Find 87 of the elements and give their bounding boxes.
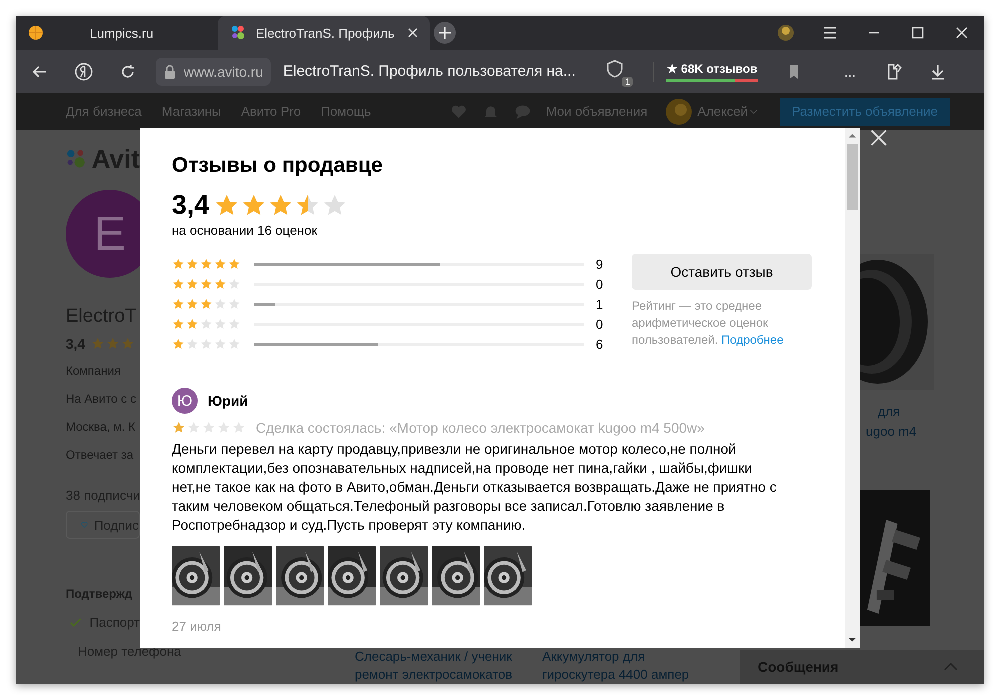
user-menu[interactable]: Алексей (698, 104, 758, 119)
browser-tab[interactable]: Lumpics.ru (16, 16, 218, 50)
star-icon (228, 278, 241, 290)
star-icon (214, 298, 227, 310)
star-icon (186, 278, 199, 290)
url-domain: www.avito.ru (184, 64, 264, 80)
scroll-down-icon[interactable] (848, 636, 857, 644)
nav-link[interactable]: Помощь (321, 104, 372, 119)
listing-title[interactable]: ugoo m4 (858, 422, 984, 442)
star-icon (121, 337, 136, 351)
star-icon (228, 338, 241, 350)
leave-review-button[interactable]: Оставить отзыв (632, 254, 812, 290)
star-icon (200, 338, 213, 350)
rating-note: Рейтинг — это среднее арифметическое оценок пользователей. Подробнее (632, 298, 785, 349)
post-ad-button[interactable]: Разместить объявление (780, 98, 950, 126)
star-icon (172, 258, 185, 270)
listing-title[interactable]: гироскутера 4400 ампер (542, 666, 690, 684)
nav-link[interactable]: Авито Pro (241, 104, 302, 119)
listing-title[interactable]: Слесарь-механик / ученик (355, 648, 513, 666)
extension-badge: 1 (622, 76, 634, 86)
shield-icon (605, 58, 626, 78)
star-icon (186, 258, 199, 270)
star-icon (202, 421, 216, 435)
review-date: 27 июля (172, 619, 222, 634)
rating-value: 3,4 (172, 190, 210, 221)
star-icon (186, 318, 199, 330)
star-icon (91, 337, 106, 351)
reviews-badge[interactable]: ★ 68K отзывов (653, 62, 758, 82)
caret-icon (750, 108, 758, 114)
star-icon (186, 338, 199, 350)
star-icon (106, 337, 120, 351)
star-icon (172, 278, 185, 290)
author-avatar: Ю (172, 388, 198, 414)
scroll-thumb[interactable] (847, 144, 858, 210)
close-icon[interactable] (870, 129, 888, 147)
listing-title[interactable]: ремонт электросамокатов (355, 666, 513, 684)
star-icon (228, 318, 241, 330)
scrollbar[interactable] (845, 128, 860, 648)
url-field[interactable]: www.avito.ru (156, 58, 272, 86)
lock-icon (164, 64, 176, 78)
star-icon (172, 338, 185, 350)
star-icon (214, 338, 227, 350)
site-icon (28, 25, 44, 41)
star-icon (172, 421, 186, 435)
star-icon (200, 298, 213, 310)
dots-icon (230, 25, 246, 41)
rating-count: 0 (596, 316, 604, 332)
star-icon (214, 318, 227, 330)
star-icon (217, 421, 231, 435)
star-icon (214, 278, 227, 290)
star-icon (214, 258, 227, 270)
extension-button[interactable]: 1 (605, 58, 632, 84)
rating-count: 6 (596, 336, 604, 352)
more-link[interactable]: Подробнее (722, 333, 784, 347)
profile-avatar-icon[interactable] (776, 23, 796, 43)
star-icon (172, 298, 185, 310)
more-button[interactable]: ... (844, 64, 856, 80)
listing-title[interactable]: Аккумулятор для (542, 648, 690, 666)
rating-count: 1 (596, 296, 604, 312)
star-icon (232, 421, 246, 435)
star-icon (186, 298, 199, 310)
nav-link[interactable]: Для бизнеса (66, 104, 142, 119)
nav-link[interactable]: Магазины (162, 104, 222, 119)
check-icon (70, 616, 82, 628)
close-icon[interactable] (408, 28, 418, 38)
star-icon (200, 258, 213, 270)
star-icon (200, 318, 213, 330)
scroll-up-icon[interactable] (848, 132, 857, 140)
star-icon (228, 258, 241, 270)
new-tab-icon[interactable] (434, 22, 456, 44)
star-icon (172, 318, 185, 330)
rating-basis: на основании 16 оценок (172, 223, 318, 238)
star-icon (200, 278, 213, 290)
my-ads-link[interactable]: Мои объявления (546, 104, 648, 119)
page-title: ElectroTranS. Профиль пользователя на... (283, 63, 576, 80)
caret-up-icon (944, 663, 958, 671)
author-name: Юрий (208, 393, 248, 409)
review-text: Деньги перевел на карту продавцу,привезли не оригинальное мотор колесо,не полной комплектации,без опознавательных надписей,на проводе нет пина,гайки , шайбы,фишки нет,не такое как на фото в Авито,обман.Деньги отказывается возвращать.Даже не приятно с таким человеком общаться.Телефоный разговоры все записал.Готовлю заявление в Роспотребнадзор и суд.Пусть проверят эту компанию. (172, 440, 778, 535)
dialog-title: Отзывы о продавце (172, 154, 384, 178)
star-icon (228, 298, 241, 310)
browser-tab[interactable]: ElectroTranS. Профиль (218, 16, 430, 50)
rating-count: 9 (596, 256, 604, 272)
listing-title[interactable]: для (858, 402, 984, 422)
user-avatar-icon[interactable] (666, 98, 692, 124)
star-icon (187, 421, 201, 435)
rating-count: 0 (596, 276, 604, 292)
deal-info: Сделка состоялась: «Мотор колесо электросамокат kugoo m4 500w» (256, 420, 705, 436)
